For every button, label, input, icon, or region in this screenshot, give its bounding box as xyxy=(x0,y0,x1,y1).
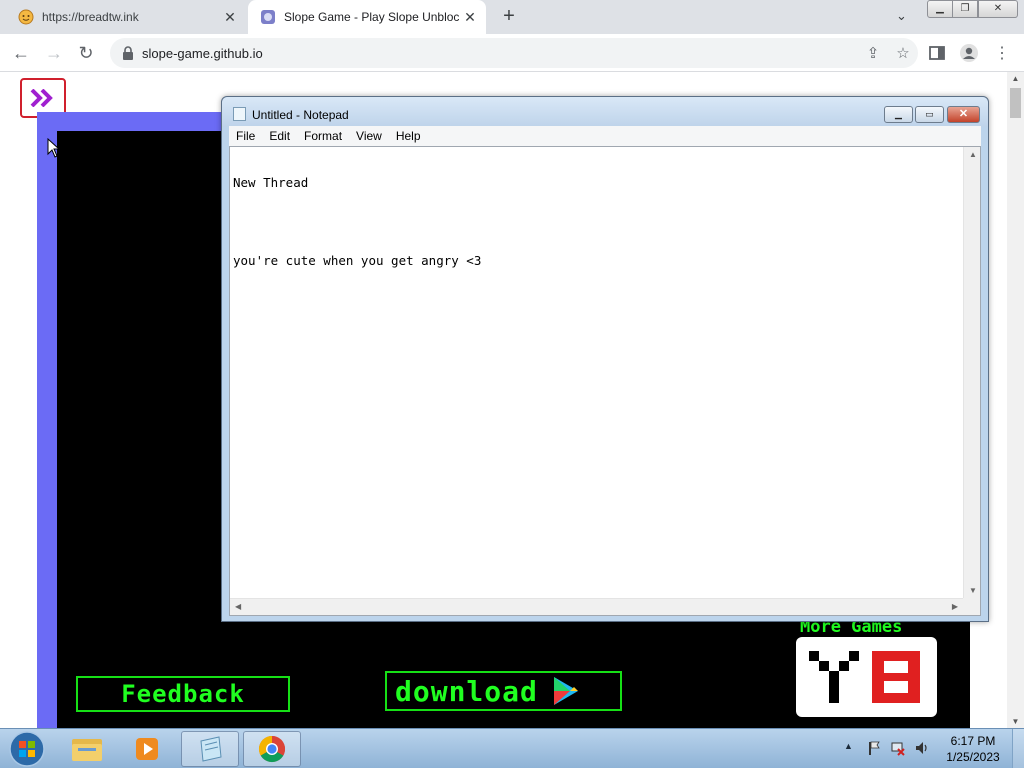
page-scroll-thumb[interactable] xyxy=(1010,88,1021,118)
scroll-left-arrow-icon[interactable]: ◀ xyxy=(235,602,241,611)
chrome-icon xyxy=(258,735,286,763)
notepad-vertical-scrollbar[interactable]: ▲ ▼ xyxy=(963,147,980,598)
download-label: download xyxy=(395,674,538,708)
forward-icon[interactable]: → xyxy=(41,40,67,66)
notepad-text: New Thread you're cute when you get angr… xyxy=(233,150,481,293)
menu-edit[interactable]: Edit xyxy=(262,129,297,143)
browser-tab-strip: https://breadtw.ink ✕ Slope Game - Play … xyxy=(0,0,1024,34)
scrollbar-corner xyxy=(963,598,980,615)
share-icon[interactable]: ⇪ xyxy=(858,44,888,62)
taskbar-chrome[interactable] xyxy=(243,731,301,767)
windows-logo-icon xyxy=(9,731,45,767)
notepad-icon xyxy=(200,736,222,762)
media-player-icon xyxy=(136,738,158,760)
bookmark-star-icon[interactable]: ☆ xyxy=(888,44,918,62)
taskbar-notepad[interactable] xyxy=(181,731,239,767)
taskbar-media-player[interactable] xyxy=(118,731,176,767)
notepad-menubar: File Edit Format View Help xyxy=(229,126,981,146)
double-chevron-right-icon xyxy=(30,89,53,107)
volume-icon[interactable] xyxy=(914,740,930,756)
lock-icon xyxy=(123,46,133,60)
profile-avatar-icon[interactable] xyxy=(958,42,980,64)
page-scrollbar[interactable]: ▲ ▼ xyxy=(1007,72,1024,728)
menu-view[interactable]: View xyxy=(349,129,389,143)
text-line: you're cute when you get angry <3 xyxy=(233,253,482,268)
scroll-up-arrow-icon[interactable]: ▲ xyxy=(969,150,977,159)
clock-date: 1/25/2023 xyxy=(946,750,1000,764)
show-hidden-icons-arrow-icon[interactable]: ▲ xyxy=(844,741,853,751)
scroll-up-arrow-icon[interactable]: ▲ xyxy=(1007,74,1024,83)
text-line: New Thread xyxy=(233,175,309,190)
new-tab-button[interactable]: + xyxy=(498,6,520,28)
scroll-right-arrow-icon[interactable]: ▶ xyxy=(952,602,958,611)
taskbar-explorer[interactable] xyxy=(58,731,116,767)
reload-icon[interactable]: ↻ xyxy=(73,40,99,66)
side-panel-icon[interactable] xyxy=(926,42,948,64)
emoji-face-icon xyxy=(18,9,34,25)
notepad-horizontal-scrollbar[interactable]: ◀ ▶ xyxy=(230,598,963,615)
download-button[interactable]: download xyxy=(385,671,622,711)
clock-time: 6:17 PM xyxy=(950,734,996,748)
url-text: slope-game.github.io xyxy=(142,45,263,61)
y8-logo-icon xyxy=(809,651,920,703)
chevron-down-icon[interactable]: ⌄ xyxy=(896,8,907,24)
mouse-cursor-icon xyxy=(47,138,61,158)
notepad-text-area[interactable]: New Thread you're cute when you get angr… xyxy=(229,146,981,616)
tab-slope-game[interactable]: Slope Game - Play Slope Unblocked ✕ xyxy=(248,0,486,34)
notepad-titlebar[interactable]: Untitled - Notepad ▁ ▭ ✕ xyxy=(222,97,988,127)
y8-logo[interactable] xyxy=(796,637,937,717)
notepad-maximize-button[interactable]: ▭ xyxy=(915,106,944,123)
system-clock[interactable]: 6:17 PM 1/25/2023 xyxy=(940,733,1006,765)
window-close-button[interactable]: ✕ xyxy=(978,0,1018,18)
tab-title: Slope Game - Play Slope Unblocked xyxy=(284,10,460,24)
window-restore-button[interactable]: ❐ xyxy=(952,0,978,18)
show-desktop-button[interactable] xyxy=(1012,729,1024,768)
close-tab-icon[interactable]: ✕ xyxy=(220,7,240,27)
notepad-window[interactable]: Untitled - Notepad ▁ ▭ ✕ File Edit Forma… xyxy=(221,96,989,622)
kebab-menu-icon[interactable]: ⋮ xyxy=(991,42,1013,64)
action-center-flag-icon[interactable] xyxy=(866,740,882,756)
tab-title: https://breadtw.ink xyxy=(42,10,139,24)
play-store-icon xyxy=(553,677,578,705)
window-minimize-button[interactable]: ▁ xyxy=(927,0,953,18)
menu-file[interactable]: File xyxy=(229,129,262,143)
browser-toolbar: ← → ↻ slope-game.github.io ⇪ ☆ ⋮ xyxy=(0,34,1024,72)
close-tab-icon[interactable]: ✕ xyxy=(460,7,480,27)
menu-help[interactable]: Help xyxy=(389,129,428,143)
menu-format[interactable]: Format xyxy=(297,129,349,143)
notepad-title: Untitled - Notepad xyxy=(252,108,349,122)
folder-icon xyxy=(72,739,102,761)
windows-taskbar: ▲ 6:17 PM 1/25/2023 xyxy=(0,728,1024,768)
back-icon[interactable]: ← xyxy=(8,40,34,66)
notepad-minimize-button[interactable]: ▁ xyxy=(884,106,913,123)
start-button[interactable] xyxy=(6,730,48,768)
text-line xyxy=(233,215,481,228)
scroll-down-arrow-icon[interactable]: ▼ xyxy=(969,586,977,595)
address-bar[interactable]: slope-game.github.io ⇪ ☆ xyxy=(110,38,918,68)
notepad-close-button[interactable]: ✕ xyxy=(947,106,980,123)
network-disconnected-icon[interactable] xyxy=(890,740,906,756)
slope-game-icon xyxy=(261,10,275,24)
tab-breadtw[interactable]: https://breadtw.ink ✕ xyxy=(6,0,246,34)
scroll-down-arrow-icon[interactable]: ▼ xyxy=(1007,717,1024,726)
notepad-app-icon xyxy=(233,107,246,121)
feedback-button[interactable]: Feedback xyxy=(76,676,290,712)
